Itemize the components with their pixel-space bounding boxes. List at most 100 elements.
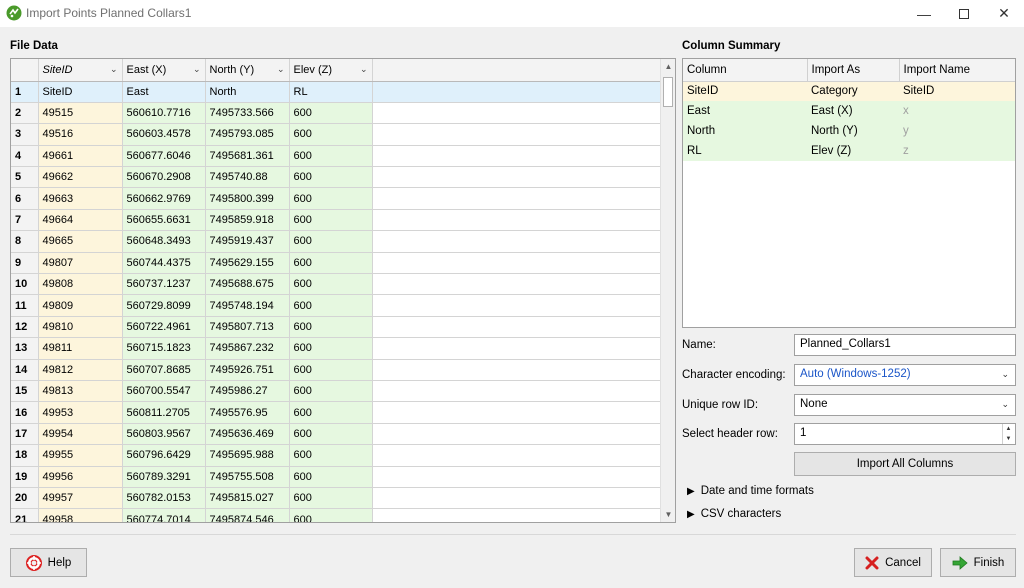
- row-number: 19: [11, 466, 39, 488]
- table-row[interactable]: 2 49515 560610.7716 7495733.566 600: [11, 102, 662, 125]
- summary-row[interactable]: SiteID Category SiteID: [683, 81, 1015, 101]
- empty-cell: [372, 401, 662, 424]
- table-row[interactable]: 8 49665 560648.3493 7495919.437 600: [11, 230, 662, 253]
- table-row[interactable]: 17 49954 560803.9567 7495636.469 600: [11, 423, 662, 446]
- header-row-stepper[interactable]: 1 ▲ ▼: [794, 423, 1016, 445]
- table-row[interactable]: 21 49958 560774.7014 7495874.546 600: [11, 508, 662, 522]
- table-cell: 49663: [38, 187, 123, 210]
- spin-down-icon[interactable]: ▼: [1006, 436, 1012, 442]
- scroll-down-icon[interactable]: ▼: [661, 507, 675, 522]
- scroll-thumb[interactable]: [663, 77, 673, 107]
- table-cell: 600: [289, 359, 373, 381]
- row-number: 16: [11, 401, 39, 424]
- row-number: 8: [11, 230, 39, 253]
- import-all-columns-label: Import All Columns: [856, 458, 954, 470]
- empty-cell: [372, 230, 662, 253]
- table-row[interactable]: 20 49957 560782.0153 7495815.027 600: [11, 487, 662, 510]
- name-label: Name:: [682, 339, 716, 351]
- summary-row[interactable]: RL Elev (Z) z: [683, 141, 1015, 161]
- chevron-down-icon[interactable]: ⌄: [360, 64, 368, 75]
- table-cell: 49958: [38, 508, 123, 522]
- unique-row-select[interactable]: None ⌄: [794, 394, 1016, 416]
- empty-cell: [372, 123, 662, 146]
- empty-cell: [372, 316, 662, 339]
- close-button[interactable]: ✕: [984, 0, 1024, 27]
- table-row[interactable]: 7 49664 560655.6631 7495859.918 600: [11, 209, 662, 232]
- table-cell: 7495926.751: [205, 359, 290, 381]
- row-number: 3: [11, 123, 39, 146]
- table-cell: 600: [289, 444, 373, 467]
- table-cell: 600: [289, 187, 373, 210]
- table-row[interactable]: 11 49809 560729.8099 7495748.194 600: [11, 294, 662, 317]
- table-cell: 7495688.675: [205, 273, 290, 296]
- table-row[interactable]: 13 49811 560715.1823 7495867.232 600: [11, 337, 662, 360]
- row-number: 2: [11, 102, 39, 125]
- table-cell: 600: [289, 273, 373, 296]
- summary-header-import-as[interactable]: Import As: [807, 59, 900, 82]
- finish-button[interactable]: Finish: [940, 548, 1016, 577]
- table-row[interactable]: 12 49810 560722.4961 7495807.713 600: [11, 316, 662, 339]
- chevron-down-icon[interactable]: ⌄: [193, 64, 201, 75]
- row-number: 6: [11, 187, 39, 210]
- empty-cell: [372, 423, 662, 446]
- table-cell: 7495576.95: [205, 401, 290, 424]
- table-row[interactable]: 15 49813 560700.5547 7495986.27 600: [11, 380, 662, 403]
- table-cell: 560648.3493: [122, 230, 206, 253]
- row-number: 1: [11, 81, 39, 103]
- import-all-columns-button[interactable]: Import All Columns: [794, 452, 1016, 476]
- table-cell: 600: [289, 145, 373, 168]
- spin-buttons[interactable]: ▲ ▼: [1002, 424, 1014, 444]
- help-button[interactable]: Help: [10, 548, 87, 577]
- table-row[interactable]: 9 49807 560744.4375 7495629.155 600: [11, 252, 662, 275]
- table-row[interactable]: 19 49956 560789.3291 7495755.508 600: [11, 466, 662, 488]
- cancel-button[interactable]: Cancel: [854, 548, 932, 577]
- table-row[interactable]: 3 49516 560603.4578 7495793.085 600: [11, 123, 662, 146]
- footer-divider: [10, 534, 1016, 535]
- column-header-elev[interactable]: Elev (Z) ⌄: [289, 59, 373, 82]
- column-header-north[interactable]: North (Y) ⌄: [205, 59, 290, 82]
- column-header-east[interactable]: East (X) ⌄: [122, 59, 206, 82]
- name-field[interactable]: Planned_Collars1: [794, 334, 1016, 356]
- summary-header-column[interactable]: Column: [683, 59, 808, 82]
- row-number: 12: [11, 316, 39, 339]
- table-row[interactable]: 6 49663 560662.9769 7495800.399 600: [11, 187, 662, 210]
- empty-cell: [372, 487, 662, 510]
- table-cell: 560789.3291: [122, 466, 206, 488]
- maximize-button[interactable]: [944, 0, 984, 27]
- chevron-down-icon[interactable]: ⌄: [277, 64, 285, 75]
- row-number: 11: [11, 294, 39, 317]
- table-row[interactable]: 18 49955 560796.6429 7495695.988 600: [11, 444, 662, 467]
- column-summary-table[interactable]: Column Import As Import Name SiteID Cate…: [682, 58, 1016, 328]
- minimize-button[interactable]: —: [904, 0, 944, 27]
- vertical-scrollbar[interactable]: ▲ ▼: [660, 59, 675, 522]
- scroll-up-icon[interactable]: ▲: [661, 59, 675, 74]
- table-cell: 49807: [38, 252, 123, 275]
- chevron-down-icon[interactable]: ⌄: [110, 64, 118, 75]
- file-data-label: File Data: [10, 40, 58, 52]
- column-header-siteid[interactable]: SiteID ⌄: [38, 59, 123, 82]
- summary-header-import-name[interactable]: Import Name: [899, 59, 1015, 82]
- table-cell: 49954: [38, 423, 123, 446]
- row-number: 5: [11, 166, 39, 189]
- table-cell: 7495815.027: [205, 487, 290, 510]
- table-row[interactable]: 16 49953 560811.2705 7495576.95 600: [11, 401, 662, 424]
- header-row-value: 1: [800, 427, 807, 439]
- spin-up-icon[interactable]: ▲: [1006, 426, 1012, 432]
- table-cell: RL: [289, 81, 373, 103]
- row-number: 15: [11, 380, 39, 403]
- file-data-grid[interactable]: SiteID ⌄ East (X) ⌄ North (Y) ⌄ Elev (Z) ⌄ 1…: [10, 58, 676, 523]
- date-time-formats-expander[interactable]: ▶ Date and time formats: [687, 485, 814, 497]
- table-cell: 600: [289, 230, 373, 253]
- summary-row[interactable]: North North (Y) y: [683, 121, 1015, 141]
- summary-row[interactable]: East East (X) x: [683, 101, 1015, 121]
- table-cell: 49662: [38, 166, 123, 189]
- csv-characters-expander[interactable]: ▶ CSV characters: [687, 508, 781, 520]
- table-row[interactable]: 10 49808 560737.1237 7495688.675 600: [11, 273, 662, 296]
- table-row[interactable]: 5 49662 560670.2908 7495740.88 600: [11, 166, 662, 189]
- table-cell: 560662.9769: [122, 187, 206, 210]
- grid-corner: [11, 59, 39, 82]
- encoding-select[interactable]: Auto (Windows-1252) ⌄: [794, 364, 1016, 386]
- table-row[interactable]: 4 49661 560677.6046 7495681.361 600: [11, 145, 662, 168]
- table-row[interactable]: 1 SiteID East North RL: [11, 81, 662, 103]
- table-row[interactable]: 14 49812 560707.8685 7495926.751 600: [11, 359, 662, 381]
